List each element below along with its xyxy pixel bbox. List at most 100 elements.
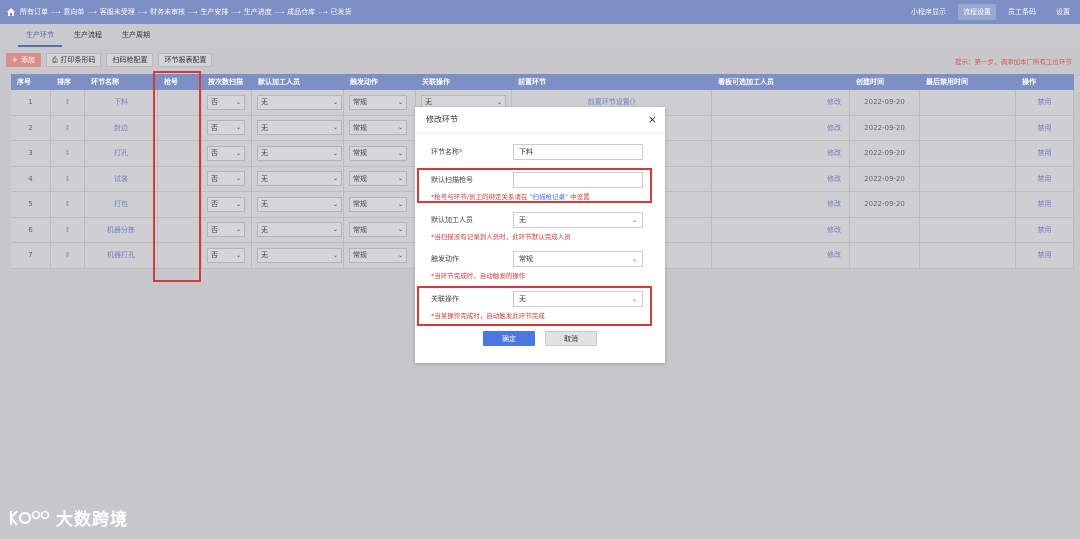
related-op-highlight (417, 286, 652, 326)
chevron-down-icon: ⌄ (496, 98, 502, 106)
chevron-down-icon: ⌄ (235, 251, 241, 259)
last-disabled-time (920, 166, 1016, 191)
print-barcode-button[interactable]: ⎙ 打印条形码 (45, 53, 102, 67)
trigger-action-select[interactable]: 常规 ⌄ (349, 145, 407, 161)
default-worker-select[interactable]: 无 ⌄ (257, 222, 342, 238)
watermark: 大数跨境 (8, 505, 128, 530)
tab-production-flow[interactable]: 生产流程 (66, 24, 110, 47)
top-menu-item[interactable]: 设置 (1046, 0, 1080, 24)
scan-count-select[interactable]: 否 ⌄ (207, 120, 245, 136)
row-number: 7 (11, 243, 51, 268)
default-worker-select[interactable]: 无 ⌄ (257, 94, 342, 110)
step-name: 机器打孔 (85, 243, 158, 268)
step-name-input[interactable]: 下料 (513, 144, 643, 160)
flow-step[interactable]: 已发货 (331, 7, 352, 17)
default-worker-select[interactable]: 无 ⌄ (257, 171, 342, 187)
disable-button[interactable]: 禁用 (1016, 243, 1074, 268)
default-worker-cell: 无 ⌄ (252, 192, 344, 217)
column-header: 关联操作 (422, 78, 450, 86)
created-time (850, 217, 920, 242)
edit-link[interactable]: 修改 (827, 123, 841, 133)
sort-handle-icon[interactable]: ⇕ (51, 217, 85, 242)
flow-arrow-icon: --→ (231, 8, 241, 16)
created-time: 2022-09-20 (850, 192, 920, 217)
column-header: 操作 (1022, 78, 1036, 86)
trigger-action-select[interactable]: 常规 ⌄ (349, 94, 407, 110)
last-disabled-time (920, 217, 1016, 242)
edit-link[interactable]: 修改 (827, 199, 841, 209)
default-worker-select[interactable]: 无 ⌄ (257, 120, 342, 136)
board-worker-cell: 修改 (712, 141, 850, 166)
trigger-action-select[interactable]: 常规 ⌄ (349, 120, 407, 136)
report-config-button[interactable]: 环节报表配置 (158, 53, 213, 67)
toolbar: + 添加 ⎙ 打印条形码 扫码枪配置 环节报表配置 (6, 53, 213, 67)
add-label: 添加 (20, 56, 35, 64)
close-icon[interactable]: × (648, 113, 657, 126)
chevron-down-icon: ⌄ (397, 98, 403, 106)
trigger-action-select[interactable]: 常规 ⌄ (349, 247, 407, 263)
column-header: 默认加工人员 (258, 78, 300, 86)
disable-button[interactable]: 禁用 (1016, 217, 1074, 242)
sub-tabs: 生产环节 生产流程 生产周期 (0, 24, 1080, 47)
printer-icon: ⎙ (51, 56, 58, 64)
confirm-button[interactable]: 确定 (483, 331, 535, 346)
trigger-action-select[interactable]: 常规 ⌄ (349, 196, 407, 212)
edit-link[interactable]: 修改 (827, 97, 841, 107)
tab-production-step[interactable]: 生产环节 (18, 24, 62, 47)
scan-count-select[interactable]: 否 ⌄ (207, 145, 245, 161)
flow-step[interactable]: 客服未受理 (100, 7, 135, 17)
board-worker-cell: 修改 (712, 166, 850, 191)
flow-step[interactable]: 所有订单 (20, 7, 48, 17)
trigger-action-label: 触发动作 (431, 255, 459, 263)
home-icon[interactable] (2, 0, 20, 24)
trigger-action-select[interactable]: 常规 ⌄ (513, 251, 643, 267)
tab-production-cycle[interactable]: 生产周期 (114, 24, 158, 47)
chevron-down-icon: ⌄ (332, 149, 338, 157)
gun-config-button[interactable]: 扫码枪配置 (106, 53, 154, 67)
disable-button[interactable]: 禁用 (1016, 90, 1074, 115)
chevron-down-icon: ⌄ (332, 226, 338, 234)
last-disabled-time (920, 141, 1016, 166)
default-worker-select[interactable]: 无 ⌄ (513, 212, 643, 228)
flow-step[interactable]: 成品仓库 (287, 7, 315, 17)
sort-handle-icon[interactable]: ⇕ (51, 166, 85, 191)
scan-count-select[interactable]: 否 ⌄ (207, 171, 245, 187)
top-menu-item[interactable]: 员工条码 (998, 0, 1046, 24)
field-trigger-action: 触发动作 常规 ⌄ (431, 251, 643, 267)
disable-button[interactable]: 禁用 (1016, 115, 1074, 140)
sort-handle-icon[interactable]: ⇕ (51, 243, 85, 268)
trigger-action-cell: 常规 ⌄ (344, 115, 416, 140)
sort-handle-icon[interactable]: ⇕ (51, 192, 85, 217)
scan-count-select[interactable]: 否 ⌄ (207, 247, 245, 263)
sort-handle-icon[interactable]: ⇕ (51, 90, 85, 115)
add-button[interactable]: + 添加 (6, 53, 41, 67)
edit-link[interactable]: 修改 (827, 250, 841, 260)
flow-step[interactable]: 财务未审核 (150, 7, 185, 17)
disable-button[interactable]: 禁用 (1016, 141, 1074, 166)
default-worker-select[interactable]: 无 ⌄ (257, 196, 342, 212)
flow-step[interactable]: 生产安排 (200, 7, 228, 17)
chevron-down-icon: ⌄ (332, 175, 338, 183)
scan-count-cell: 否 ⌄ (202, 243, 252, 268)
edit-link[interactable]: 修改 (827, 148, 841, 158)
sort-handle-icon[interactable]: ⇕ (51, 141, 85, 166)
created-time: 2022-09-20 (850, 90, 920, 115)
edit-link[interactable]: 修改 (827, 174, 841, 184)
cancel-button[interactable]: 取消 (545, 331, 597, 346)
flow-step[interactable]: 生产进度 (244, 7, 272, 17)
top-menu-item[interactable]: 小程序显示 (901, 0, 956, 24)
default-worker-select[interactable]: 无 ⌄ (257, 145, 342, 161)
top-menu-item[interactable]: 流程设置 (958, 4, 996, 20)
disable-button[interactable]: 禁用 (1016, 166, 1074, 191)
scan-count-select[interactable]: 否 ⌄ (207, 196, 245, 212)
edit-link[interactable]: 修改 (827, 225, 841, 235)
flow-step[interactable]: 意向单 (63, 7, 84, 17)
default-worker-select[interactable]: 无 ⌄ (257, 247, 342, 263)
sort-handle-icon[interactable]: ⇕ (51, 115, 85, 140)
trigger-action-select[interactable]: 常规 ⌄ (349, 171, 407, 187)
scan-count-select[interactable]: 否 ⌄ (207, 222, 245, 238)
trigger-action-select[interactable]: 常规 ⌄ (349, 222, 407, 238)
row-number: 1 (11, 90, 51, 115)
disable-button[interactable]: 禁用 (1016, 192, 1074, 217)
scan-count-select[interactable]: 否 ⌄ (207, 94, 245, 110)
